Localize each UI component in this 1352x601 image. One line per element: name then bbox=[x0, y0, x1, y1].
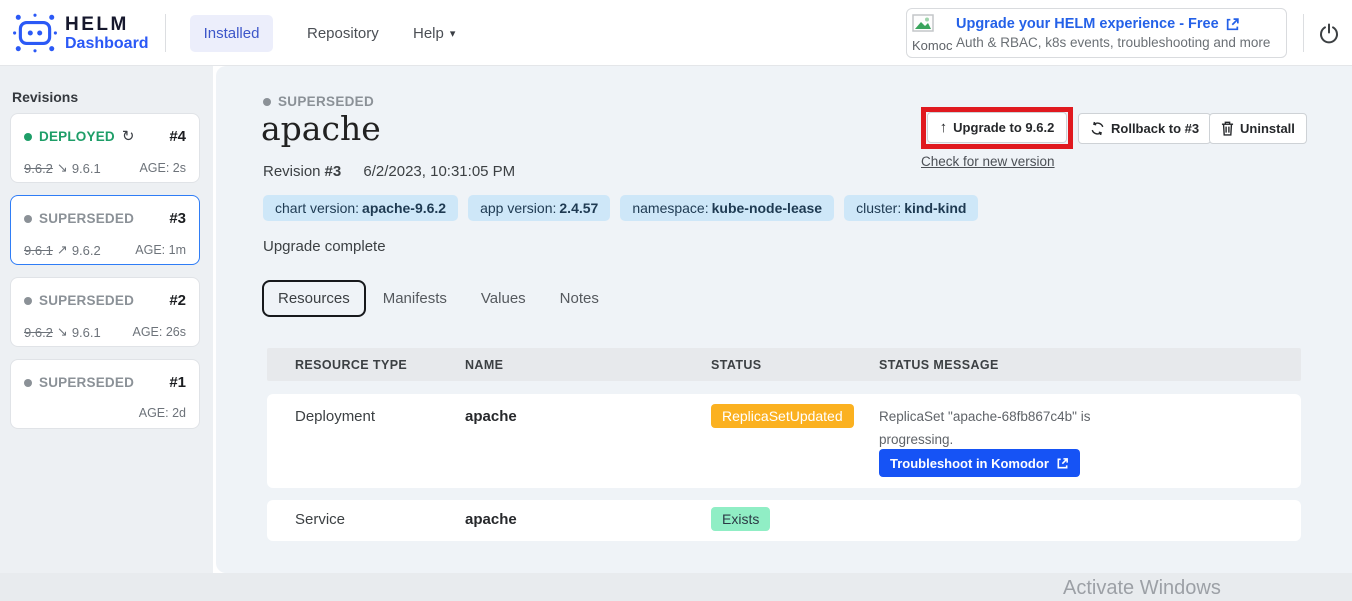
helm-logo-icon bbox=[12, 10, 58, 56]
nav-tab-repository[interactable]: Repository bbox=[307, 15, 379, 52]
logo-subtitle: Dashboard bbox=[65, 35, 149, 53]
up-arrow-icon: ↑ bbox=[940, 119, 948, 136]
nav-divider bbox=[165, 14, 166, 52]
revision-status: SUPERSEDED bbox=[39, 293, 134, 308]
rollback-icon bbox=[1090, 121, 1105, 136]
revision-status: DEPLOYED bbox=[39, 129, 115, 144]
uninstall-button[interactable]: Uninstall bbox=[1209, 113, 1307, 144]
top-navbar: HELM Dashboard Installed Repository Help… bbox=[0, 0, 1352, 66]
troubleshoot-button[interactable]: Troubleshoot in Komodor bbox=[879, 449, 1080, 477]
nav-tab-installed[interactable]: Installed bbox=[190, 15, 273, 52]
revision-age: AGE: 2s bbox=[139, 161, 186, 175]
status-dot bbox=[24, 215, 32, 223]
new-version: 9.6.1 bbox=[72, 161, 101, 176]
app-version-badge: app version:2.4.57 bbox=[468, 195, 610, 221]
reload-icon: ↻ bbox=[122, 132, 135, 142]
detail-tabs: Resources Manifests Values Notes bbox=[262, 280, 616, 317]
revisions-sidebar: Revisions DEPLOYED ↻ #4 9.6.2 ↘ 9.6.1 AG… bbox=[0, 66, 213, 573]
annotation-highlight-box: ↑ Upgrade to 9.6.2 bbox=[921, 107, 1073, 149]
trend-arrow-icon: ↘ bbox=[57, 160, 68, 176]
logo-title: HELM bbox=[65, 14, 149, 35]
power-icon bbox=[1318, 22, 1340, 44]
upgrade-button[interactable]: ↑ Upgrade to 9.6.2 bbox=[927, 112, 1067, 143]
status-dot bbox=[263, 98, 271, 106]
release-detail-panel: SUPERSEDED apache Revision#3 6/2/2023, 1… bbox=[216, 66, 1352, 573]
new-version: 9.6.2 bbox=[72, 243, 101, 258]
revision-number: #4 bbox=[169, 128, 186, 145]
table-header: RESOURCE TYPE NAME STATUS STATUS MESSAGE bbox=[267, 348, 1301, 381]
trash-icon bbox=[1221, 121, 1234, 136]
namespace-badge: namespace:kube-node-lease bbox=[620, 195, 834, 221]
power-button[interactable] bbox=[1316, 21, 1342, 47]
nav-tab-help[interactable]: Help ▾ bbox=[413, 15, 455, 52]
tab-notes[interactable]: Notes bbox=[543, 290, 616, 307]
tab-values[interactable]: Values bbox=[464, 290, 543, 307]
resource-name: apache bbox=[465, 408, 517, 425]
banner-subtitle: Auth & RBAC, k8s events, troubleshooting… bbox=[956, 35, 1270, 50]
rollback-button[interactable]: Rollback to #3 bbox=[1078, 113, 1211, 144]
banner-title[interactable]: Upgrade your HELM experience - Free bbox=[956, 16, 1270, 32]
old-version: 9.6.2 bbox=[24, 161, 53, 176]
revision-card-3[interactable]: SUPERSEDED #3 9.6.1 ↗ 9.6.2 AGE: 1m bbox=[10, 195, 200, 265]
col-status: STATUS bbox=[711, 348, 762, 381]
helm-logo[interactable]: HELM Dashboard bbox=[12, 10, 149, 56]
status-dot bbox=[24, 297, 32, 305]
revision-card-4[interactable]: DEPLOYED ↻ #4 9.6.2 ↘ 9.6.1 AGE: 2s bbox=[10, 113, 200, 183]
trend-arrow-icon: ↗ bbox=[57, 242, 68, 258]
revision-age: AGE: 26s bbox=[133, 325, 187, 339]
nav-divider bbox=[1303, 14, 1304, 52]
revision-number: #1 bbox=[169, 374, 186, 391]
external-link-icon bbox=[1225, 17, 1240, 32]
tab-resources[interactable]: Resources bbox=[262, 280, 366, 317]
activate-windows-watermark: Activate Windows bbox=[1063, 577, 1221, 600]
status-message: ReplicaSet "apache-68fb867c4b" is progre… bbox=[879, 405, 1090, 451]
status-badge: Exists bbox=[711, 507, 770, 531]
tab-manifests[interactable]: Manifests bbox=[366, 290, 464, 307]
revision-age: AGE: 1m bbox=[135, 243, 186, 257]
release-status: SUPERSEDED bbox=[263, 94, 374, 109]
new-version: 9.6.1 bbox=[72, 325, 101, 340]
revision-age: AGE: 2d bbox=[139, 406, 186, 420]
old-version: 9.6.1 bbox=[24, 243, 53, 258]
col-resource-type: RESOURCE TYPE bbox=[295, 348, 407, 381]
col-name: NAME bbox=[465, 348, 503, 381]
resource-type: Deployment bbox=[295, 408, 375, 425]
old-version: 9.6.2 bbox=[24, 325, 53, 340]
revision-card-1[interactable]: SUPERSEDED #1 AGE: 2d bbox=[10, 359, 200, 429]
release-status-text: Upgrade complete bbox=[263, 238, 386, 255]
banner-image-alt: Komoc bbox=[912, 38, 956, 53]
external-link-icon bbox=[1056, 457, 1069, 470]
sidebar-title: Revisions bbox=[12, 89, 78, 105]
table-row-service: Service apache Exists bbox=[267, 500, 1301, 541]
release-badges: chart version:apache-9.6.2 app version:2… bbox=[263, 195, 978, 221]
chevron-down-icon: ▾ bbox=[450, 27, 456, 40]
table-row-deployment: Deployment apache ReplicaSetUpdated Repl… bbox=[267, 394, 1301, 488]
resource-name: apache bbox=[465, 511, 517, 528]
komodor-banner[interactable]: Komoc Upgrade your HELM experience - Fre… bbox=[906, 8, 1287, 58]
trend-arrow-icon: ↘ bbox=[57, 324, 68, 340]
status-badge: ReplicaSetUpdated bbox=[711, 404, 854, 428]
cluster-badge: cluster:kind-kind bbox=[844, 195, 978, 221]
release-title: apache bbox=[261, 109, 381, 148]
status-dot bbox=[24, 133, 32, 141]
revision-number: #3 bbox=[169, 210, 186, 227]
revision-date: 6/2/2023, 10:31:05 PM bbox=[363, 163, 515, 180]
revision-status: SUPERSEDED bbox=[39, 375, 134, 390]
revision-card-2[interactable]: SUPERSEDED #2 9.6.2 ↘ 9.6.1 AGE: 26s bbox=[10, 277, 200, 347]
col-status-message: STATUS MESSAGE bbox=[879, 348, 999, 381]
broken-image-icon bbox=[912, 14, 934, 32]
resource-type: Service bbox=[295, 511, 345, 528]
revision-info: Revision#3 6/2/2023, 10:31:05 PM bbox=[263, 163, 515, 180]
revision-status: SUPERSEDED bbox=[39, 211, 134, 226]
help-label: Help bbox=[413, 25, 444, 42]
chart-version-badge: chart version:apache-9.6.2 bbox=[263, 195, 458, 221]
revision-number: #2 bbox=[169, 292, 186, 309]
check-new-version-link[interactable]: Check for new version bbox=[921, 154, 1055, 169]
komodor-banner-image: Komoc bbox=[912, 11, 956, 55]
status-dot bbox=[24, 379, 32, 387]
